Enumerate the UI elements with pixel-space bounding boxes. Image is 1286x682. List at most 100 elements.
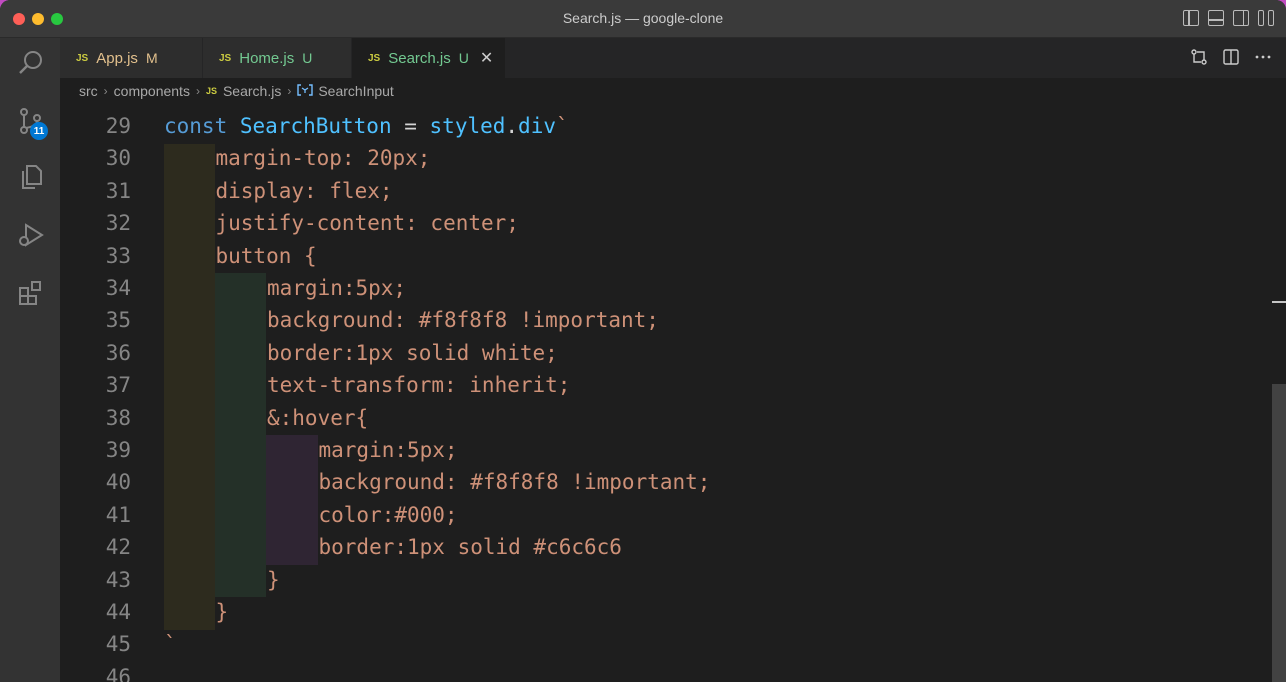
line-number: 38 [105,405,131,430]
scrollbar-thumb[interactable] [1272,384,1286,682]
code-token: = [391,114,430,138]
code-line: 40 background: #f8f8f8 !important; [60,466,1260,498]
code-text: ` [164,632,177,657]
code-token: div [518,114,556,138]
code-line: 45 ` [60,628,1260,660]
js-file-icon: JS [76,52,89,64]
code-token: const [164,114,228,138]
split-editor-icon[interactable] [1222,48,1240,71]
code-text: } [215,600,229,624]
code-text: border:1px solid white; [267,340,558,365]
line-number: 32 [105,211,131,236]
close-tab-icon[interactable]: ✕ [480,48,493,68]
code-line: 30 margin-top: 20px; [60,142,1260,174]
code-line: 33 button { [60,240,1260,272]
code-text: button { [215,243,317,268]
code-editor[interactable]: 29 const SearchButton = styled.div` 30 marg… [60,104,1286,682]
code-line: 38 &:hover{ [60,402,1260,434]
line-number: 33 [105,243,131,268]
customize-layout-icon[interactable] [1258,10,1274,26]
code-text: justify-content: center; [215,211,519,236]
editor-actions [1190,48,1272,71]
run-debug-icon[interactable] [14,218,48,252]
code-line: 42 border:1px solid #c6c6c6 [60,531,1260,563]
chevron-right-icon: › [103,84,108,98]
code-line: 37 text-transform: inherit; [60,369,1260,401]
toggle-primary-sidebar-icon[interactable] [1183,10,1199,26]
tab-git-status: M [145,50,158,66]
code-text: color:#000; [318,502,458,527]
tab-home-js[interactable]: JS Home.js U [203,38,352,78]
line-number: 44 [105,600,131,624]
window-title: Search.js — google-clone [562,10,724,26]
code-text: display: flex; [215,178,393,203]
scrollbar-cursor-marker [1272,301,1286,303]
breadcrumb-item-file[interactable]: Search.js [223,83,281,99]
code-text: &:hover{ [267,405,369,430]
code-text: margin:5px; [318,438,458,462]
activity-bar: 11 [0,38,60,682]
breadcrumb-item-src[interactable]: src [79,83,98,99]
line-number: 31 [105,178,131,203]
js-file-icon: JS [219,52,232,64]
search-icon[interactable] [14,46,48,80]
vscode-window: Search.js — google-clone 11 JS App.js M … [0,0,1286,682]
tab-search-js[interactable]: JS Search.js U ✕ [352,38,506,78]
tab-label: App.js [96,49,138,67]
code-line: 43} [60,564,1260,596]
code-line: 36 border:1px solid white; [60,337,1260,369]
js-file-icon: JS [205,86,217,96]
editor-scrollbar[interactable] [1272,104,1286,682]
breadcrumb: src › components › JS Search.js › Search… [60,78,1286,104]
tab-app-js[interactable]: JS App.js M [60,38,203,78]
line-number: 42 [105,535,131,560]
more-actions-icon[interactable] [1254,48,1272,71]
code-text: margin-top: 20px; [215,146,431,171]
line-number: 29 [105,114,131,138]
code-text: border:1px solid #c6c6c6 [318,535,622,560]
line-number: 39 [105,438,131,462]
code-token: styled [429,114,506,138]
js-file-icon: JS [368,52,381,64]
code-line: 34 margin:5px; [60,272,1260,304]
code-text: const SearchButton = styled.div` [164,110,569,142]
code-text: background: #f8f8f8 !important; [267,308,659,333]
code-line: 41 color:#000; [60,499,1260,531]
code-text: } [267,567,280,592]
line-number: 30 [105,146,131,171]
line-number: 34 [105,276,131,300]
code-token: . [505,114,519,138]
code-text: background: #f8f8f8 !important; [318,470,711,495]
code-text: margin:5px; [267,276,407,300]
open-changes-icon[interactable] [1190,48,1208,71]
explorer-icon[interactable] [14,160,48,194]
chevron-right-icon: › [195,84,200,98]
title-bar: Search.js — google-clone [0,0,1286,38]
code-line: 46 [60,661,1260,682]
code-line: 35 background: #f8f8f8 !important; [60,304,1260,336]
line-number: 43 [105,567,131,592]
toggle-secondary-sidebar-icon[interactable] [1233,10,1249,26]
line-number: 40 [105,470,131,495]
tab-git-status: U [302,50,313,66]
code-text: text-transform: inherit; [267,373,571,398]
source-control-badge: 11 [30,122,48,140]
toggle-panel-icon[interactable] [1208,10,1224,26]
line-number: 35 [105,308,131,333]
chevron-right-icon: › [287,84,292,98]
line-number: 46 [105,664,131,682]
breadcrumb-item-symbol[interactable]: SearchInput [318,83,394,99]
code-token: ` [555,114,569,138]
code-token: SearchButton [239,114,392,138]
breadcrumb-item-components[interactable]: components [114,83,190,99]
symbol-variable-icon [297,83,314,99]
code-line: 44} [60,596,1260,628]
line-number: 41 [105,502,131,527]
tab-bar: JS App.js M JS Home.js U JS Search.js U … [60,38,1286,78]
tab-label: Home.js [239,49,295,67]
code-line: 31 display: flex; [60,175,1260,207]
code-line: 29 const SearchButton = styled.div` [60,110,1260,142]
extensions-icon[interactable] [14,276,48,310]
line-number: 36 [105,340,131,365]
